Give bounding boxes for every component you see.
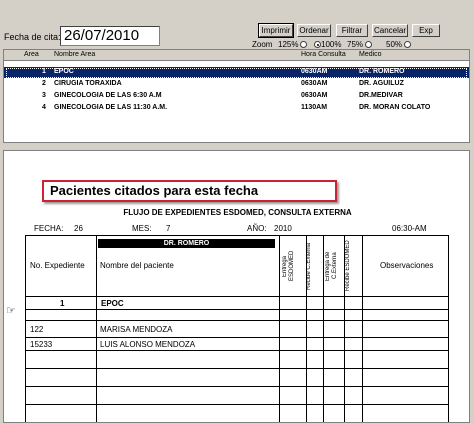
zoom-option-125[interactable]: 125% [278, 40, 308, 49]
patient-exp: 122 [30, 325, 44, 334]
header-nombre-area[interactable]: Nombre Area [54, 51, 95, 58]
header-hora-consulta[interactable]: Hora Consulta [301, 51, 346, 58]
zoom-125-radio[interactable] [300, 41, 308, 49]
pointing-hand-icon: ☞ [6, 305, 16, 317]
mes-value: 7 [166, 224, 171, 233]
zoom-50-radio[interactable] [404, 41, 412, 49]
zoom-50-label: 50% [386, 40, 403, 49]
report-banner: Pacientes citados para esta fecha [42, 180, 337, 202]
exp-button[interactable]: Exp [412, 24, 440, 37]
header-medico[interactable]: Medico [359, 51, 382, 58]
cell-nombre: GINECOLOGIA DE LAS 11:30 A.M. [54, 104, 168, 111]
zoom-100-radio[interactable] [314, 41, 321, 49]
table-row[interactable]: 1 EPOC 0630AM DR. ROMERO [4, 67, 469, 78]
zoom-option-100[interactable]: 100% [312, 40, 341, 49]
col-entrega-cexterna: Entrega de C.Externa [325, 251, 338, 281]
patient-name: MARISA MENDOZA [100, 325, 173, 334]
cell-hora: 0630AM [301, 92, 328, 99]
hora-value: 06:30-AM [392, 224, 427, 233]
col-recibe-esdomed: Recibe ESDOMED [345, 240, 351, 292]
cell-medico: DR. MORAN COLATO [359, 104, 431, 111]
ordenar-button[interactable]: Ordenar [297, 24, 331, 37]
cell-area: 2 [42, 80, 46, 87]
fecha-label: FECHA: [34, 224, 64, 233]
cell-medico: DR. AGUILUZ [359, 80, 404, 87]
cell-nombre: CIRUGIA TORAXIDA [54, 80, 122, 87]
group-name: EPOC [101, 299, 124, 308]
imprimir-button[interactable]: Imprimir [258, 23, 294, 38]
areas-grid[interactable]: Area Nombre Area Hora Consulta Medico 1 … [3, 49, 470, 143]
cell-hora: 0630AM [301, 68, 328, 75]
col-entrega-esdomed: Entrega ESDOMED [282, 250, 295, 282]
grid-header: Area Nombre Area Hora Consulta Medico [4, 50, 469, 61]
cell-area: 4 [42, 104, 46, 111]
col-expediente: No. Expediente [30, 261, 85, 270]
zoom-75-label: 75% [347, 40, 364, 49]
fecha-input[interactable]: 26/07/2010 [60, 26, 160, 46]
cell-medico: DR.MEDIVAR [359, 92, 403, 99]
report-title: FLUJO DE EXPEDIENTES ESDOMED, CONSULTA E… [123, 208, 352, 217]
patient-name: LUIS ALONSO MENDOZA [100, 340, 196, 349]
cell-hora: 1130AM [301, 104, 328, 111]
zoom-100-label: 100% [321, 40, 342, 49]
anio-value: 2010 [274, 224, 292, 233]
zoom-75-radio[interactable] [365, 41, 373, 49]
cell-area: 1 [42, 68, 46, 75]
table-row[interactable]: 4 GINECOLOGIA DE LAS 11:30 A.M. 1130AM D… [4, 103, 469, 114]
anio-label: AÑO: [247, 224, 267, 233]
report-preview[interactable]: Pacientes citados para esta fecha FLUJO … [3, 150, 470, 423]
table-row[interactable]: 3 GINECOLOGIA DE LAS 6:30 A.M 0630AM DR.… [4, 91, 469, 102]
dia-value: 26 [74, 224, 83, 233]
col-observaciones: Observaciones [380, 261, 434, 270]
report-table: DR. ROMERO No. Expediente Nombre del pac… [25, 235, 449, 422]
col-nombre: Nombre del paciente [100, 261, 174, 270]
zoom-125-label: 125% [278, 40, 299, 49]
group-number: 1 [60, 299, 65, 308]
filtrar-button[interactable]: Filtrar [336, 24, 368, 37]
fecha-label: Fecha de cita: [4, 32, 61, 42]
cell-medico: DR. ROMERO [359, 68, 405, 75]
zoom-option-75[interactable]: 75% [347, 40, 373, 49]
cell-nombre: EPOC [54, 68, 74, 75]
cell-hora: 0630AM [301, 80, 328, 87]
col-recibe-cexterna: Recibe C.Externa [306, 242, 312, 290]
cancelar-button[interactable]: Cancelar [372, 24, 408, 37]
header-area[interactable]: Area [24, 51, 39, 58]
cell-area: 3 [42, 92, 46, 99]
mes-label: MES: [132, 224, 152, 233]
patient-exp: 15233 [30, 340, 53, 349]
doctor-bar: DR. ROMERO [98, 239, 275, 248]
zoom-option-50[interactable]: 50% [386, 40, 412, 49]
table-row[interactable]: 2 CIRUGIA TORAXIDA 0630AM DR. AGUILUZ [4, 79, 469, 90]
cell-nombre: GINECOLOGIA DE LAS 6:30 A.M [54, 92, 162, 99]
zoom-label: Zoom [252, 40, 273, 49]
